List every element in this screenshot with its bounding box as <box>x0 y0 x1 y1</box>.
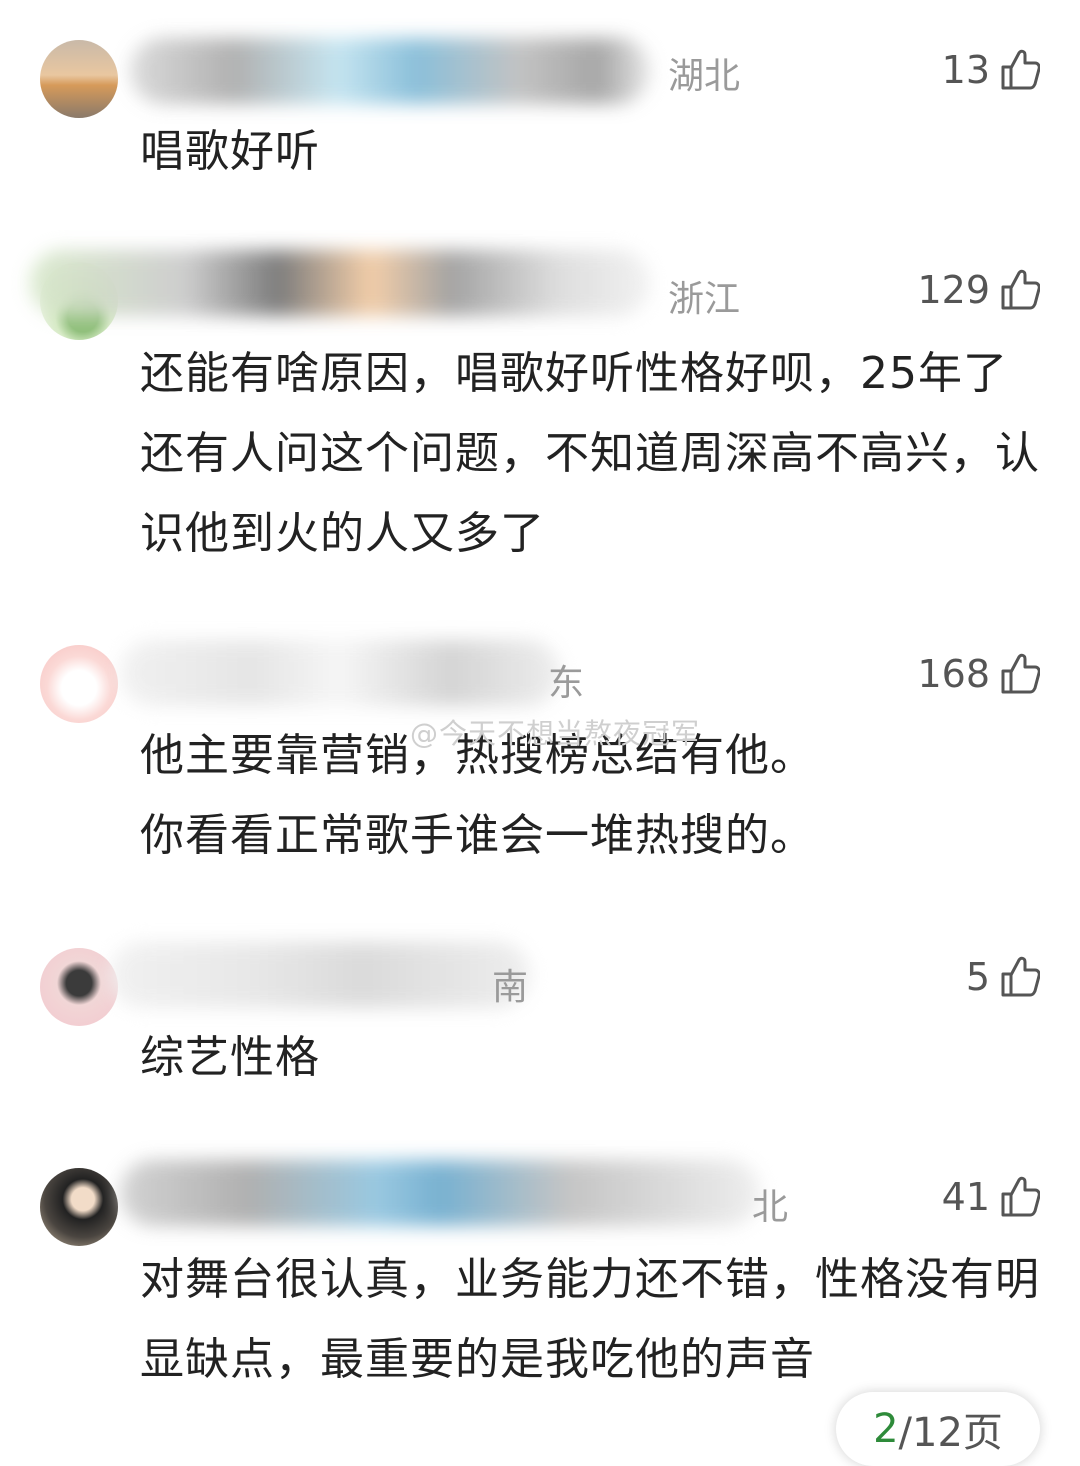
like-count: 129 <box>917 268 990 312</box>
page-indicator[interactable]: 2 /12页 <box>836 1392 1040 1466</box>
like-count: 5 <box>965 955 990 999</box>
avatar[interactable] <box>40 645 118 723</box>
username-blurred <box>120 640 560 706</box>
like-count: 13 <box>941 48 990 92</box>
watermark: @今天不想当熬夜冠军 <box>410 717 701 750</box>
thumbs-up-icon <box>1001 269 1040 310</box>
like-button[interactable]: 129 <box>917 268 1040 312</box>
like-button[interactable]: 41 <box>942 1175 1040 1219</box>
comment-text: 唱歌好听 <box>140 126 320 177</box>
user-region: 浙江 <box>668 279 741 320</box>
thumbs-up-icon <box>1001 49 1040 90</box>
avatar[interactable] <box>40 1168 118 1246</box>
user-region: 北 <box>752 1187 789 1228</box>
comment-line: 你看看正常歌手谁会一堆热搜的。 <box>140 810 815 861</box>
comment-text: 还能有啥原因，唱歌好听性格好呗，25年了还有人问这个问题，不知道周深高不高兴，认… <box>140 348 1040 559</box>
user-region: 湖北 <box>668 56 741 97</box>
avatar[interactable] <box>40 40 118 118</box>
username-blurred <box>120 1160 760 1226</box>
like-button[interactable]: 13 <box>942 48 1040 92</box>
current-page: 2 <box>873 1406 899 1452</box>
like-button[interactable]: 168 <box>917 652 1040 696</box>
thumbs-up-icon <box>1001 956 1040 997</box>
like-count: 41 <box>941 1175 990 1219</box>
avatar[interactable] <box>40 948 118 1026</box>
user-region: 东 <box>548 663 585 704</box>
username-blurred <box>30 250 650 316</box>
thumbs-up-icon <box>1001 1176 1040 1217</box>
like-button[interactable]: 5 <box>966 955 1040 999</box>
user-region: 南 <box>492 967 529 1008</box>
comment-text: 综艺性格 <box>140 1032 320 1083</box>
like-count: 168 <box>917 652 990 696</box>
thumbs-up-icon <box>1001 653 1040 694</box>
total-pages: /12页 <box>898 1410 1003 1456</box>
comment-text: 对舞台很认真，业务能力还不错，性格没有明显缺点，最重要的是我吃他的声音 <box>140 1254 1040 1385</box>
username-blurred <box>130 38 650 104</box>
username-blurred <box>110 942 530 1008</box>
